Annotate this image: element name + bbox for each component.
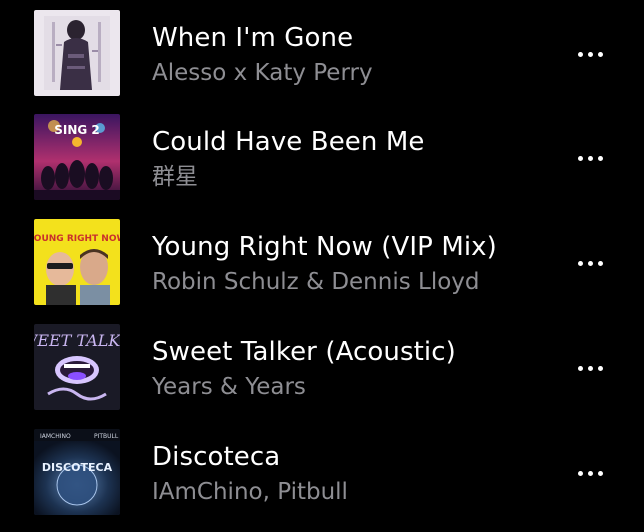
more-horizontal-icon[interactable] [566,354,614,382]
track-artist: Years & Years [152,374,306,400]
album-art-when-im-gone [34,10,120,96]
track-title: Discoteca [152,442,281,472]
track-row[interactable]: YOUNG RIGHT NOW Young Right Now (VIP Mix… [0,209,644,313]
track-title: When I'm Gone [152,23,354,53]
track-artist: Robin Schulz & Dennis Lloyd [152,269,480,295]
album-art-discoteca: IAMCHINO PITBULL DISCOTECA [34,429,120,515]
track-row[interactable]: When I'm Gone Alesso x Katy Perry [0,0,644,104]
album-art-sing-2: SING 2 [34,114,120,200]
more-horizontal-icon[interactable] [566,40,614,68]
track-list: When I'm Gone Alesso x Katy Perry SING 2 [0,0,644,532]
more-horizontal-icon[interactable] [566,459,614,487]
artwork-text: SWEET TALKER [34,331,120,350]
track-artist: Alesso x Katy Perry [152,60,373,86]
track-title: Young Right Now (VIP Mix) [152,232,497,262]
track-artist: IAmChino, Pitbull [152,479,348,505]
track-row[interactable]: SWEET TALKER Sweet Talker (Acoustic) Yea… [0,314,644,418]
more-horizontal-icon[interactable] [566,249,614,277]
track-title: Sweet Talker (Acoustic) [152,337,456,367]
track-row[interactable]: SING 2 Could Have Been Me 群星 [0,104,644,208]
svg-text:IAMCHINO: IAMCHINO [40,433,71,440]
artwork-text: YOUNG RIGHT NOW [34,234,120,244]
track-row[interactable]: IAMCHINO PITBULL DISCOTECA Discoteca IAm… [0,419,644,523]
track-artist: 群星 [152,164,198,190]
svg-text:PITBULL: PITBULL [94,433,119,440]
track-title: Could Have Been Me [152,127,425,157]
artwork-text: DISCOTECA [42,461,113,474]
artwork-text: SING 2 [54,123,100,137]
album-art-sweet-talker: SWEET TALKER [34,324,120,410]
album-art-young-right-now: YOUNG RIGHT NOW [34,219,120,305]
more-horizontal-icon[interactable] [566,144,614,172]
